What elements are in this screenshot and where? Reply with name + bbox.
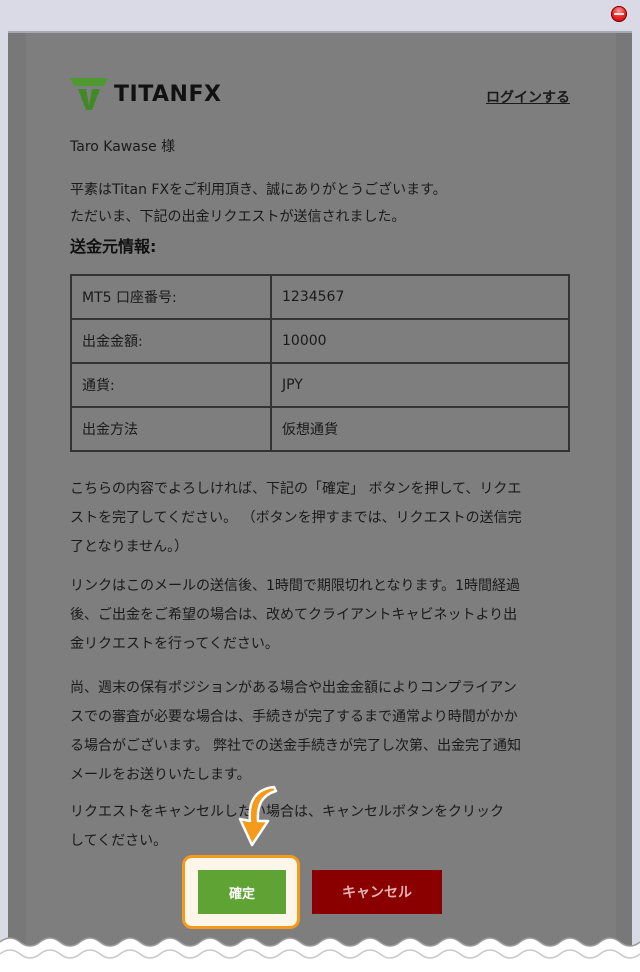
paragraph-confirm-instructions: こちらの内容でよろしければ、下記の「確定」 ボタンを押して、リクエ ストを完了し…	[70, 475, 570, 562]
login-link[interactable]: ログインする	[486, 87, 570, 107]
confirm-button[interactable]: 確定	[198, 870, 286, 914]
paragraph-line: ストを完了してください。 （ボタンを押すまでは、リクエストの送信完	[70, 510, 522, 526]
cancel-button[interactable]: キャンセル	[312, 870, 442, 914]
table-label: MT5 口座番号:	[70, 274, 272, 320]
paragraph-line: スでの審査が必要な場合は、手続きが完了するまで通常より時間がかか	[70, 709, 518, 725]
torn-paper-edge	[0, 937, 640, 972]
paragraph-line: リンクはこのメールの送信後、1時間で期限切れとなります。1時間経過	[70, 578, 520, 594]
window-close-icon[interactable]	[611, 6, 627, 22]
paragraph-cancel-note: リクエストをキャンセルしたい場合は、キャンセルボタンをクリック してください。	[70, 798, 570, 856]
paragraph-line: メールをお送りいたします。	[70, 767, 251, 783]
table-value: 仮想通貨	[270, 406, 570, 452]
intro-line-1: 平素はTitan FXをご利用頂き、誠にありがとうございます。	[70, 182, 447, 198]
paragraph-link-expiry: リンクはこのメールの送信後、1時間で期限切れとなります。1時間経過 後、ご出金を…	[70, 572, 570, 659]
logo-wordmark: TITANFX	[114, 81, 222, 107]
paragraph-line: 後、ご出金をご希望の場合は、改めてクライアントキャビネットより出	[70, 607, 518, 623]
table-row: 出金金額: 10000	[70, 318, 570, 364]
table-value: JPY	[270, 362, 570, 408]
table-row: 出金方法 仮想通貨	[70, 406, 570, 452]
paragraph-line: してください。	[70, 833, 168, 849]
titanfx-logo-icon	[70, 78, 108, 110]
paragraph-line: リクエストをキャンセルしたい場合は、キャンセルボタンをクリック	[70, 804, 504, 820]
paragraph-line: こちらの内容でよろしければ、下記の「確定」 ボタンを押して、リクエ	[70, 481, 522, 497]
table-row: 通貨: JPY	[70, 362, 570, 408]
titanfx-logo: TITANFX	[70, 78, 221, 110]
table-label: 出金金額:	[70, 318, 272, 364]
paragraph-line: る場合がございます。 弊社での送金手続きが完了し次第、出金完了通知	[70, 738, 522, 754]
table-value: 1234567	[270, 274, 570, 320]
table-value: 10000	[270, 318, 570, 364]
intro-line-2: ただいま、下記の出金リクエストが送信されました。	[70, 209, 406, 225]
greeting-text: Taro Kawase 様	[70, 139, 176, 155]
table-label: 出金方法	[70, 406, 272, 452]
paragraph-line: 尚、週末の保有ポジションがある場合や出金金額によりコンプライアン	[70, 680, 517, 696]
table-label: 通貨:	[70, 362, 272, 408]
paragraph-line: 了となりません。）	[70, 539, 189, 555]
table-row: MT5 口座番号: 1234567	[70, 274, 570, 320]
section-title: 送金元情報:	[70, 237, 157, 256]
paragraph-compliance-note: 尚、週末の保有ポジションがある場合や出金金額によりコンプライアン スでの審査が必…	[70, 674, 570, 790]
withdrawal-info-table: MT5 口座番号: 1234567 出金金額: 10000 通貨: JPY 出金…	[70, 274, 570, 452]
paragraph-line: 金リクエストを行ってください。	[70, 636, 279, 652]
pointer-arrow-icon	[238, 785, 278, 847]
